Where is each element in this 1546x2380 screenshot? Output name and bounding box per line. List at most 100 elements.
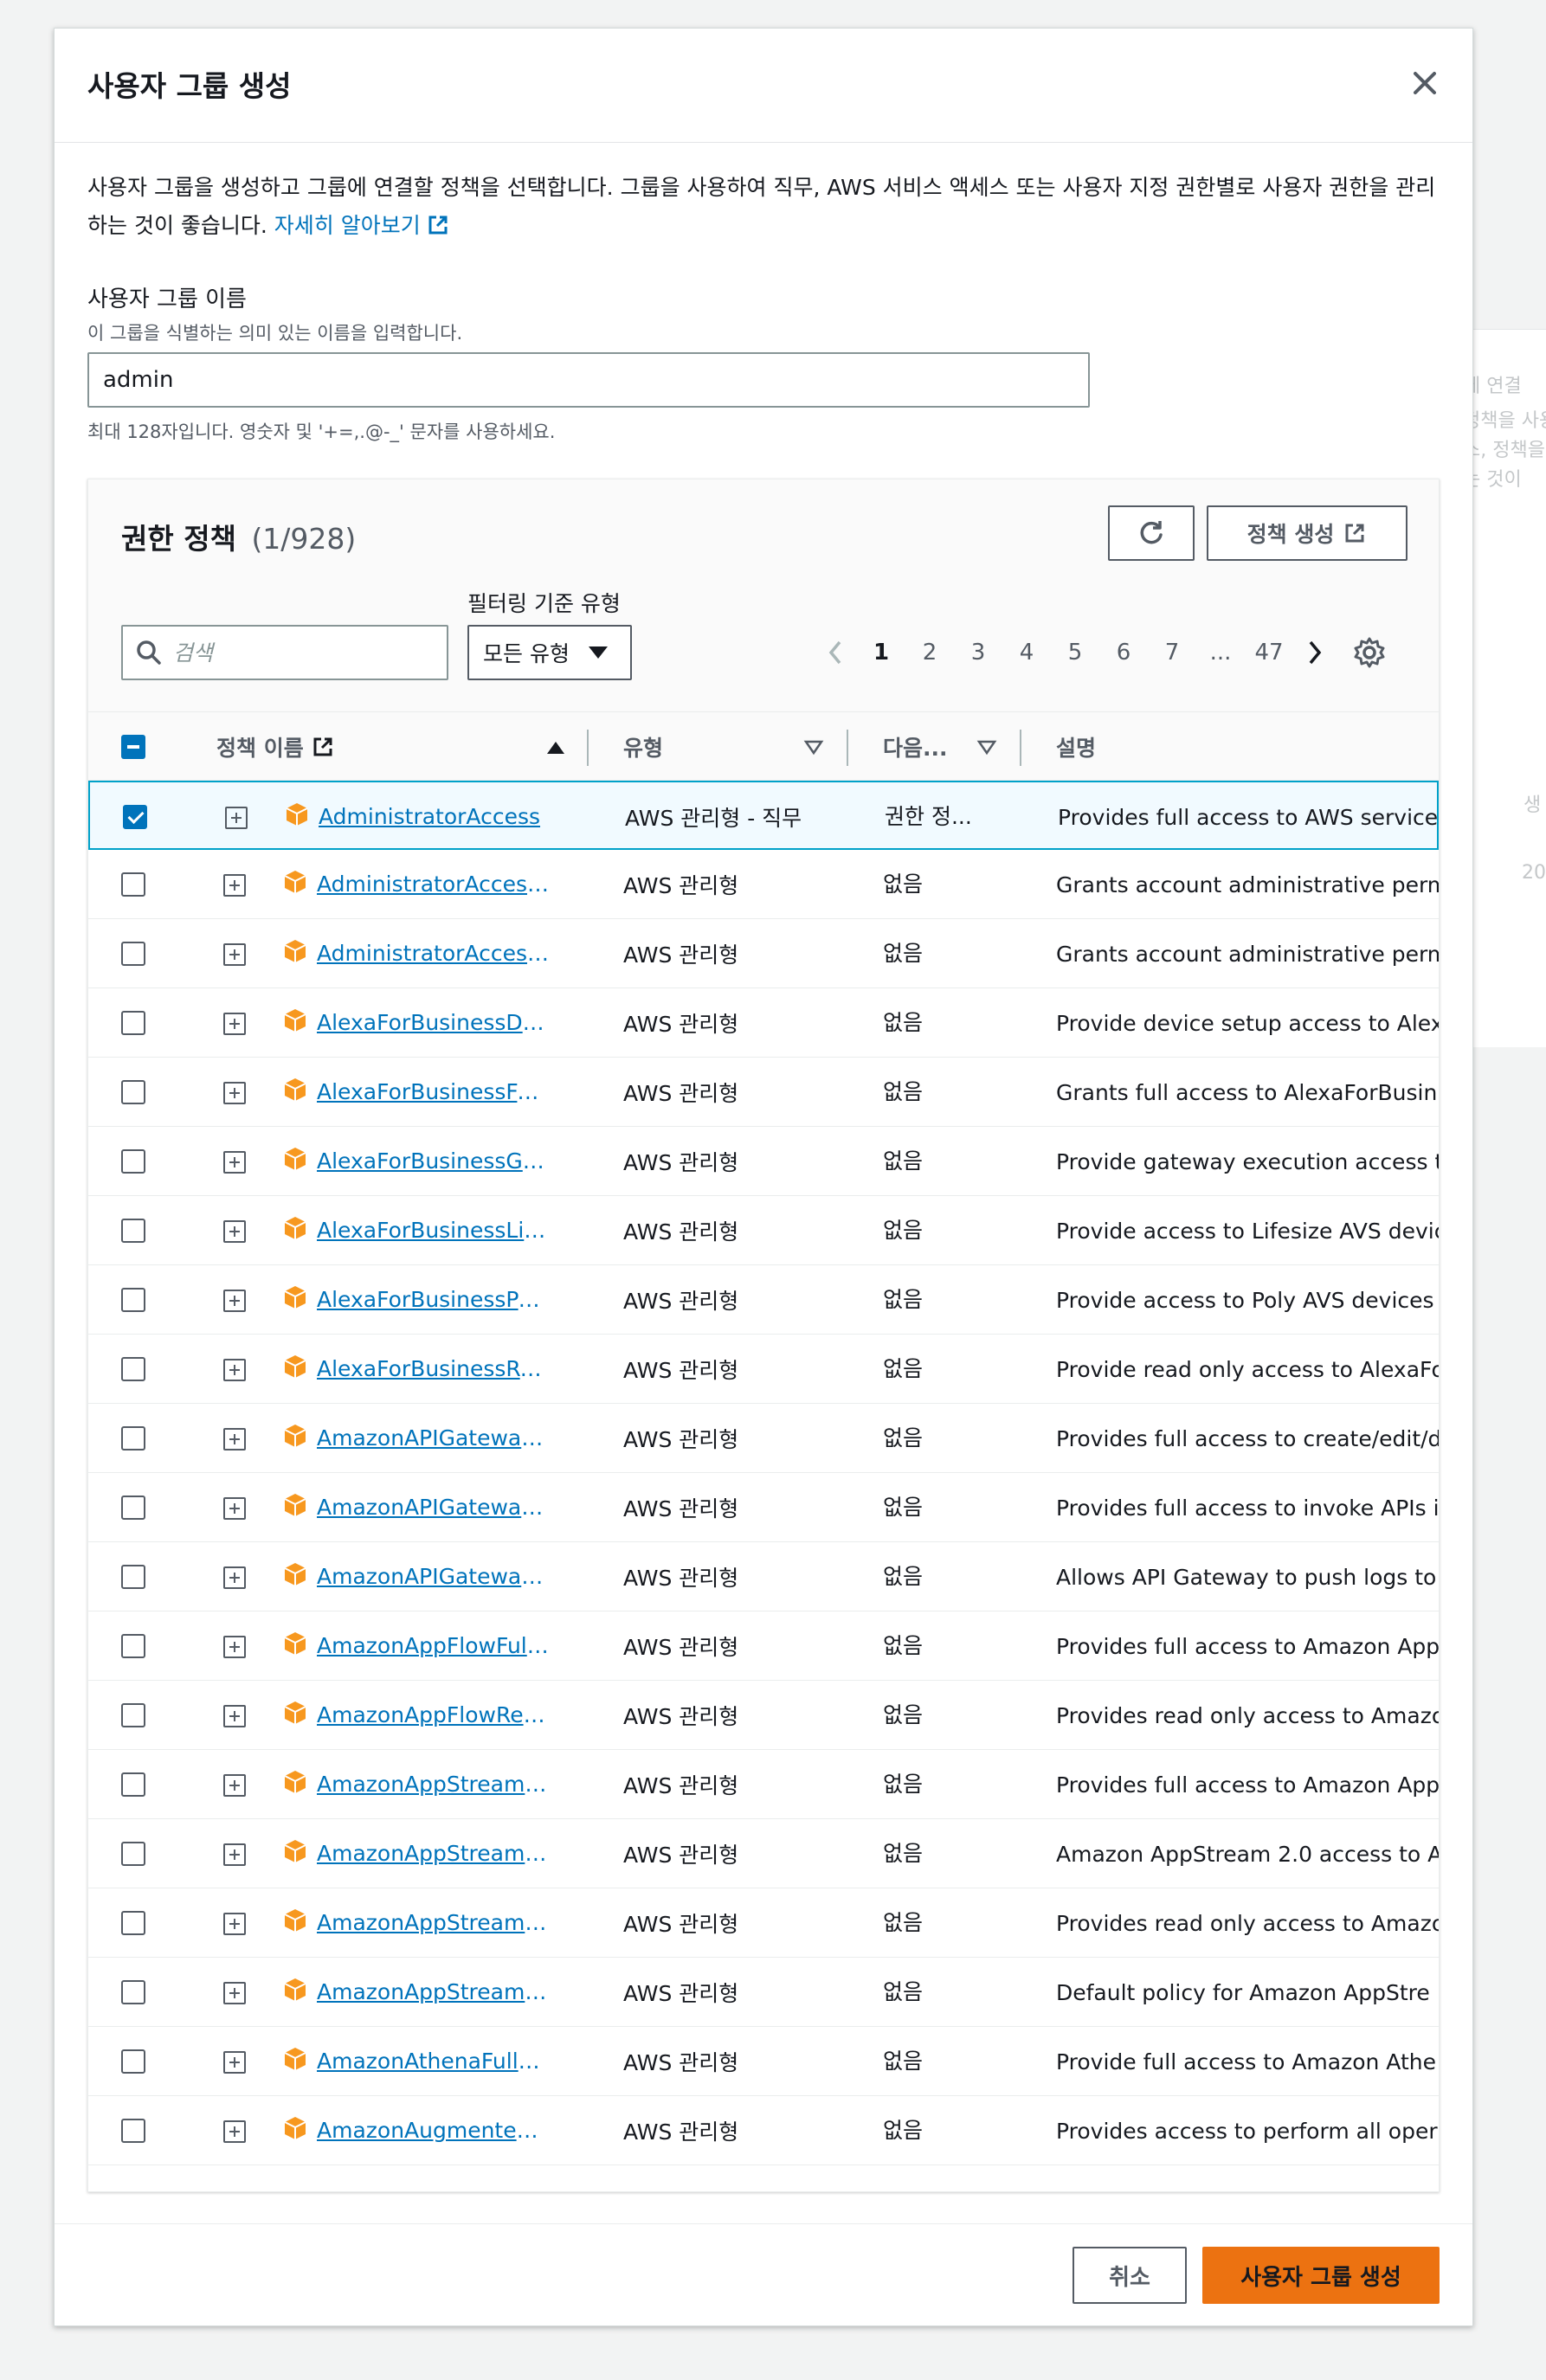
policy-name-link[interactable]: AmazonAPIGatewayAdministrator <box>317 1404 551 1473</box>
row-checkbox[interactable] <box>121 872 145 897</box>
page-5[interactable]: 5 <box>1051 640 1099 666</box>
policy-name-link[interactable]: AmazonAPIGatewayPushToCloudWatchLogs <box>317 1542 551 1611</box>
expand-icon[interactable] <box>223 1220 246 1243</box>
policy-name-link[interactable]: AdministratorAccess-Amplify <box>317 850 551 919</box>
column-header-name[interactable]: 정책 이름 <box>216 712 335 782</box>
policy-name-link[interactable]: AlexaForBusinessFullAccess <box>317 1058 551 1127</box>
table-row[interactable]: AlexaForBusinessPolyDelegatedAccessPolic… <box>88 1265 1439 1335</box>
sort-ascending-icon[interactable] <box>545 712 566 782</box>
close-icon[interactable] <box>1407 65 1443 101</box>
expand-icon[interactable] <box>223 1636 246 1658</box>
table-row[interactable]: AdministratorAccess AWS 관리형 - 직무 권한 정... Pr… <box>88 781 1439 850</box>
policy-name-link[interactable]: AmazonAppStreamServiceAccess <box>317 1958 551 2027</box>
column-header-used-as[interactable]: 다음... <box>883 712 948 782</box>
row-checkbox[interactable] <box>121 1288 145 1312</box>
search-input[interactable] <box>173 640 433 666</box>
policy-name-link[interactable]: AmazonAPIGatewayInvokeFullAccess <box>317 1473 551 1542</box>
policy-name-link[interactable]: AmazonAppStreamFullAccess <box>317 1750 551 1819</box>
learn-more-link[interactable]: 자세히 알아보기 <box>274 213 450 238</box>
row-checkbox[interactable] <box>121 1080 145 1104</box>
row-checkbox[interactable] <box>121 1219 145 1243</box>
policy-name-link[interactable]: AdministratorAccess-AWSElasticBeanstalk <box>317 919 551 988</box>
expand-icon[interactable] <box>223 1982 246 2004</box>
row-checkbox[interactable] <box>121 1634 145 1658</box>
refresh-button[interactable] <box>1108 505 1195 561</box>
expand-icon[interactable] <box>223 1705 246 1727</box>
policy-name-link[interactable]: AmazonAthenaFullAccess <box>317 2027 551 2096</box>
create-policy-button[interactable]: 정책 생성 <box>1207 505 1408 561</box>
create-user-group-button[interactable]: 사용자 그룹 생성 <box>1202 2247 1440 2304</box>
row-checkbox[interactable] <box>121 1565 145 1589</box>
policy-name-link[interactable]: AmazonAppStreamReadOnlyAccess <box>317 1888 551 1958</box>
page-2[interactable]: 2 <box>905 640 954 666</box>
expand-icon[interactable] <box>223 1290 246 1312</box>
row-checkbox[interactable] <box>121 1357 145 1381</box>
expand-icon[interactable] <box>225 807 248 829</box>
expand-icon[interactable] <box>223 1151 246 1174</box>
policy-name-link[interactable]: AmazonAppStreamPCAAccess <box>317 1819 551 1888</box>
expand-icon[interactable] <box>223 1913 246 1935</box>
column-resizer[interactable] <box>1020 730 1021 766</box>
search-field[interactable] <box>121 625 448 680</box>
expand-icon[interactable] <box>223 1359 246 1381</box>
table-row[interactable]: AmazonAppStreamPCAAccess AWS 관리형 없음 Amazon … <box>88 1819 1439 1888</box>
row-checkbox[interactable] <box>123 805 147 829</box>
expand-icon[interactable] <box>223 1013 246 1035</box>
policy-name-link[interactable]: AdministratorAccess <box>319 782 552 852</box>
page-47[interactable]: 47 <box>1245 640 1293 666</box>
row-checkbox[interactable] <box>121 1426 145 1451</box>
table-row[interactable]: AmazonAPIGatewayInvokeFullAccess AWS 관리형 없… <box>88 1473 1439 1542</box>
table-row[interactable]: AlexaForBusinessGatewayExecution AWS 관리형 없… <box>88 1127 1439 1196</box>
row-checkbox[interactable] <box>121 1911 145 1935</box>
cancel-button[interactable]: 취소 <box>1073 2247 1187 2304</box>
table-row[interactable]: AmazonAPIGatewayPushToCloudWatchLogs AWS … <box>88 1542 1439 1611</box>
row-checkbox[interactable] <box>121 1842 145 1866</box>
sort-icon[interactable] <box>976 712 997 782</box>
page-1[interactable]: 1 <box>857 640 905 666</box>
sort-icon[interactable] <box>803 712 824 782</box>
expand-icon[interactable] <box>223 1497 246 1520</box>
expand-icon[interactable] <box>223 1774 246 1797</box>
page-3[interactable]: 3 <box>954 640 1002 666</box>
table-row[interactable]: AmazonAppFlowFullAccess AWS 관리형 없음 Provides… <box>88 1611 1439 1681</box>
page-4[interactable]: 4 <box>1002 640 1051 666</box>
table-row[interactable]: AmazonAPIGatewayAdministrator AWS 관리형 없음 Pr… <box>88 1404 1439 1473</box>
page-7[interactable]: 7 <box>1148 640 1196 666</box>
row-checkbox[interactable] <box>121 1011 145 1035</box>
expand-icon[interactable] <box>223 1566 246 1589</box>
table-row[interactable]: AdministratorAccess-Amplify AWS 관리형 없음 Gran… <box>88 850 1439 919</box>
gear-icon[interactable] <box>1352 635 1387 670</box>
policy-name-link[interactable]: AlexaForBusinessPolyDelegatedAccessPolic… <box>317 1265 551 1335</box>
table-row[interactable]: AlexaForBusinessDeviceSetup AWS 관리형 없음 Prov… <box>88 988 1439 1058</box>
expand-icon[interactable] <box>223 1082 246 1104</box>
row-checkbox[interactable] <box>121 1980 145 2004</box>
policy-name-link[interactable]: AmazonAppFlowReadOnlyAccess <box>317 1681 551 1750</box>
table-row[interactable]: AlexaForBusinessLifesizeDelegatedAccessP… <box>88 1196 1439 1265</box>
table-row[interactable]: AmazonAppStreamReadOnlyAccess AWS 관리형 없음 Pr… <box>88 1888 1439 1958</box>
row-checkbox[interactable] <box>121 2049 145 2074</box>
row-checkbox[interactable] <box>121 1149 145 1174</box>
expand-icon[interactable] <box>223 1843 246 1866</box>
row-checkbox[interactable] <box>121 942 145 966</box>
table-row[interactable]: AlexaForBusinessReadOnlyAccess AWS 관리형 없음 P… <box>88 1335 1439 1404</box>
table-row[interactable]: AmazonAugmentedAIFullAccess AWS 관리형 없음 Prov… <box>88 2096 1439 2165</box>
policy-name-link[interactable]: AlexaForBusinessReadOnlyAccess <box>317 1335 551 1404</box>
row-checkbox[interactable] <box>121 1772 145 1797</box>
row-checkbox[interactable] <box>121 1496 145 1520</box>
expand-icon[interactable] <box>223 943 246 966</box>
policy-name-link[interactable]: AlexaForBusinessGatewayExecution <box>317 1127 551 1196</box>
page-6[interactable]: 6 <box>1099 640 1148 666</box>
table-row[interactable]: AmazonAppStreamFullAccess AWS 관리형 없음 Provid… <box>88 1750 1439 1819</box>
column-resizer[interactable] <box>847 730 848 766</box>
next-page-icon[interactable] <box>1293 639 1337 666</box>
table-row[interactable]: AmazonAppFlowReadOnlyAccess AWS 관리형 없음 Prov… <box>88 1681 1439 1750</box>
previous-page-icon[interactable] <box>814 639 857 666</box>
table-row[interactable]: AmazonAthenaFullAccess AWS 관리형 없음 Provide f… <box>88 2027 1439 2096</box>
expand-icon[interactable] <box>223 874 246 897</box>
expand-icon[interactable] <box>223 2120 246 2143</box>
row-checkbox[interactable] <box>121 1703 145 1727</box>
table-row[interactable]: AlexaForBusinessFullAccess AWS 관리형 없음 Grant… <box>88 1058 1439 1127</box>
expand-icon[interactable] <box>223 1428 246 1451</box>
group-name-input[interactable] <box>87 352 1090 408</box>
select-all-checkbox[interactable] <box>121 735 145 759</box>
